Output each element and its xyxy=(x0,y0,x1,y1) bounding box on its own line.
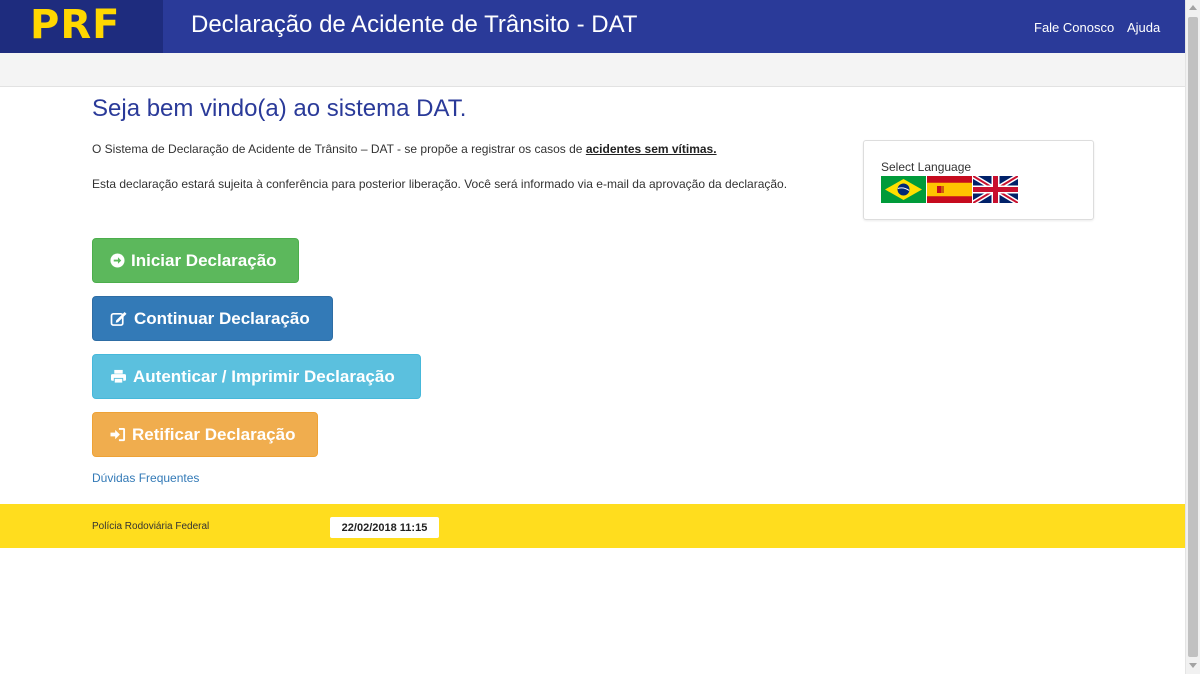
arrow-circle-right-icon xyxy=(110,253,125,268)
intro-highlight: acidentes sem vítimas. xyxy=(585,142,717,156)
retificar-declaracao-button[interactable]: Retificar Declaração xyxy=(92,412,318,457)
iniciar-declaracao-button[interactable]: Iniciar Declaração xyxy=(92,238,299,283)
faq-link[interactable]: Dúvidas Frequentes xyxy=(92,471,199,485)
intro-paragraph: O Sistema de Declaração de Acidente de T… xyxy=(92,142,717,156)
retificar-declaracao-label: Retificar Declaração xyxy=(132,424,296,444)
scroll-down-icon[interactable] xyxy=(1189,663,1197,668)
brazil-flag-icon[interactable] xyxy=(881,176,926,203)
iniciar-declaracao-label: Iniciar Declaração xyxy=(131,250,277,270)
logo-text: PRF xyxy=(30,2,121,48)
autenticar-imprimir-label: Autenticar / Imprimir Declaração xyxy=(133,366,395,386)
language-selector: Select Language xyxy=(863,140,1094,220)
vertical-scrollbar[interactable] xyxy=(1185,0,1200,674)
language-label: Select Language xyxy=(881,160,972,174)
uk-flag-icon[interactable] xyxy=(973,176,1018,203)
scroll-thumb[interactable] xyxy=(1188,17,1198,657)
intro-text: O Sistema de Declaração de Acidente de T… xyxy=(92,142,583,156)
notice-paragraph: Esta declaração estará sujeita à conferê… xyxy=(92,177,788,191)
autenticar-imprimir-button[interactable]: Autenticar / Imprimir Declaração xyxy=(92,354,421,399)
footer: Polícia Rodoviária Federal 22/02/2018 11… xyxy=(0,504,1185,548)
edit-icon xyxy=(110,311,127,326)
print-icon xyxy=(111,369,126,384)
sign-in-icon xyxy=(110,427,126,442)
footer-org-name: Polícia Rodoviária Federal xyxy=(92,521,210,532)
app-title: Declaração de Acidente de Trânsito - DAT xyxy=(191,11,638,38)
page-title: Seja bem vindo(a) ao sistema DAT. xyxy=(92,95,467,122)
header: PRF Declaração de Acidente de Trânsito -… xyxy=(0,0,1185,53)
nav-ajuda[interactable]: Ajuda xyxy=(1127,20,1160,35)
prf-logo[interactable]: PRF xyxy=(0,0,163,53)
continuar-declaracao-button[interactable]: Continuar Declaração xyxy=(92,296,333,341)
footer-datetime: 22/02/2018 11:15 xyxy=(330,517,439,538)
sub-navbar xyxy=(0,53,1185,87)
spain-flag-icon[interactable] xyxy=(927,176,972,203)
continuar-declaracao-label: Continuar Declaração xyxy=(134,308,310,328)
nav-fale-conosco[interactable]: Fale Conosco xyxy=(1034,20,1114,35)
scroll-up-icon[interactable] xyxy=(1189,5,1197,10)
